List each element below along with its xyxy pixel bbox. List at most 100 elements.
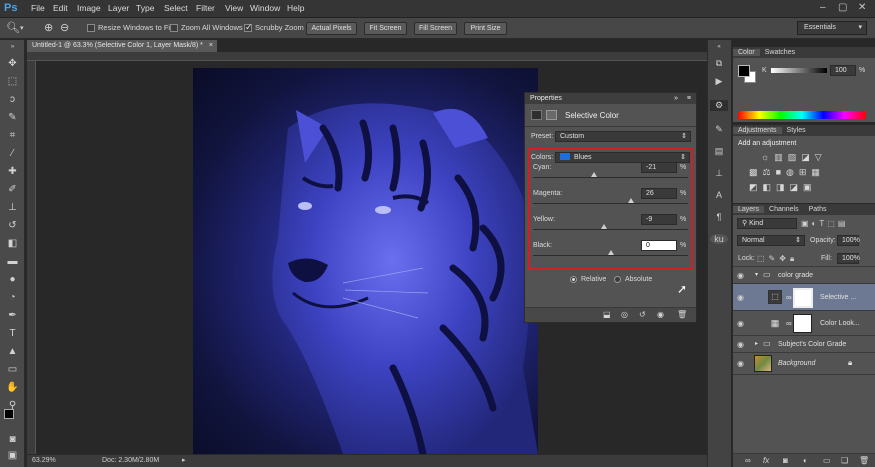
k-value-field[interactable]: 100: [830, 65, 856, 76]
collapse-panel-icon[interactable]: »: [674, 93, 678, 104]
layer-row-color-lookup[interactable]: ◉ ▦ ∞ Color Look...: [733, 311, 875, 336]
mask-icon[interactable]: ◙: [783, 456, 788, 465]
menu-help[interactable]: Help: [287, 3, 304, 13]
relative-radio[interactable]: [570, 276, 577, 283]
eyedropper-tool-icon[interactable]: ⁄: [5, 148, 20, 159]
chevron-right-icon[interactable]: ▸: [182, 456, 186, 464]
slider-value-field[interactable]: -9: [641, 214, 677, 225]
quick-selection-icon[interactable]: ✎: [5, 112, 20, 123]
history-panel-icon[interactable]: ⧉: [710, 58, 728, 69]
tiger-image[interactable]: [193, 68, 538, 454]
zoom-level[interactable]: 63.29%: [32, 457, 56, 464]
eye-icon[interactable]: ◉: [737, 359, 744, 368]
layer-row-selective-color[interactable]: ◉ ⬚ ∞ Selective ...: [733, 284, 875, 311]
adjustment-type-icon[interactable]: [531, 110, 542, 120]
type-tool-icon[interactable]: T: [5, 328, 20, 339]
marquee-tool-icon[interactable]: ⬚: [5, 76, 20, 87]
zoom-tool-icon[interactable]: 🔍︎: [6, 21, 20, 34]
pen-tool-icon[interactable]: ✒: [5, 310, 20, 321]
close-icon[interactable]: ✕: [858, 2, 866, 13]
eye-icon[interactable]: ◉: [737, 271, 744, 280]
tab-layers[interactable]: Layers: [733, 206, 765, 213]
document-tab[interactable]: Untitled-1 @ 63.3% (Selective Color 1, L…: [27, 40, 217, 52]
reset-icon[interactable]: ↺: [639, 310, 646, 319]
preset-select[interactable]: Custom ⇕: [555, 131, 691, 142]
print-size-button[interactable]: Print Size: [464, 22, 507, 35]
panel-menu-icon[interactable]: ≡: [687, 93, 691, 104]
workspace-select[interactable]: Essentials ▾: [797, 21, 867, 35]
layer-row-color-grade[interactable]: ◉ ▾ ▭ color grade: [733, 267, 875, 284]
trash-icon[interactable]: 🗑︎: [859, 456, 869, 465]
slider-track[interactable]: [533, 255, 688, 256]
shape-tool-icon[interactable]: ▭: [5, 364, 20, 375]
clone-stamp-icon[interactable]: ⊥: [5, 202, 20, 213]
fill-screen-button[interactable]: Fill Screen: [414, 22, 457, 35]
fill-field[interactable]: 100%: [837, 253, 860, 264]
scrubby-zoom-checkbox[interactable]: [244, 22, 253, 33]
menu-window[interactable]: Window: [250, 3, 280, 13]
screen-mode-icon[interactable]: ▣: [5, 450, 20, 461]
slider-thumb[interactable]: [591, 172, 598, 177]
healing-brush-icon[interactable]: ✚: [5, 166, 20, 177]
menu-select[interactable]: Select: [164, 3, 188, 13]
slider-value-field[interactable]: -21: [641, 162, 677, 173]
clip-to-layer-icon[interactable]: ⬓: [603, 310, 611, 319]
background-thumbnail[interactable]: [754, 355, 772, 372]
menu-type[interactable]: Type: [136, 3, 154, 13]
slider-track[interactable]: [533, 203, 688, 204]
blend-mode-select[interactable]: Normal ⇕: [737, 235, 805, 246]
close-tab-icon[interactable]: ×: [209, 40, 213, 52]
eye-icon[interactable]: ◉: [737, 319, 744, 328]
folder-icon[interactable]: ▭: [823, 456, 831, 465]
brush-tool-icon[interactable]: ✐: [5, 184, 20, 195]
slider-value-field[interactable]: 0: [641, 240, 677, 251]
quick-mask-icon[interactable]: ◙: [5, 434, 20, 445]
blur-tool-icon[interactable]: ●: [5, 274, 20, 285]
clone-source-icon[interactable]: ⊥: [710, 168, 728, 179]
brush-panel-icon[interactable]: ✎: [710, 124, 728, 135]
menu-filter[interactable]: Filter: [196, 3, 215, 13]
adjustment-icon[interactable]: ◐: [803, 456, 808, 465]
menu-file[interactable]: File: [31, 3, 45, 13]
expand-dock-icon[interactable]: «: [710, 44, 728, 50]
layer-filter-select[interactable]: ⚲ Kind: [737, 218, 797, 229]
chevron-right-icon[interactable]: ▸: [755, 340, 758, 347]
tab-channels[interactable]: Channels: [764, 206, 804, 213]
kuler-icon[interactable]: ku: [710, 234, 728, 244]
eye-icon[interactable]: ◉: [737, 293, 744, 302]
fit-screen-button[interactable]: Fit Screen: [364, 22, 407, 35]
tab-swatches[interactable]: Swatches: [760, 49, 800, 56]
menu-image[interactable]: Image: [77, 3, 101, 13]
absolute-radio[interactable]: [614, 276, 621, 283]
trash-icon[interactable]: 🗑︎: [677, 310, 687, 319]
foreground-color-swatch[interactable]: [4, 409, 14, 419]
zoom-out-icon[interactable]: ⊖: [60, 21, 69, 34]
brush-presets-icon[interactable]: ▤: [710, 146, 728, 157]
visibility-icon[interactable]: ◉: [657, 310, 664, 319]
slider-thumb[interactable]: [600, 224, 607, 229]
zoom-in-icon[interactable]: ⊕: [44, 21, 53, 34]
collapse-toolbox-icon[interactable]: »: [5, 44, 20, 50]
layer-mask-thumbnail[interactable]: [793, 288, 813, 308]
character-panel-icon[interactable]: A: [710, 190, 728, 200]
adjustment-icons-row-3[interactable]: ◩◧◨◪▣: [749, 182, 817, 193]
tab-color[interactable]: Color: [733, 49, 760, 56]
gradient-tool-icon[interactable]: ▬: [5, 256, 20, 267]
maximize-icon[interactable]: ▢: [838, 2, 847, 13]
layer-row-background[interactable]: ◉ Background 🔒︎: [733, 353, 875, 375]
layer-mask-thumbnail[interactable]: [793, 314, 812, 333]
opacity-field[interactable]: 100%: [837, 235, 860, 246]
resize-windows-checkbox[interactable]: [87, 24, 95, 32]
fx-icon[interactable]: fx: [763, 456, 769, 465]
lasso-tool-icon[interactable]: ↄ: [5, 94, 20, 105]
adjustment-icons-row-2[interactable]: ▩⚖■◍⊞▦: [749, 167, 825, 178]
actions-panel-icon[interactable]: ▶: [710, 76, 728, 87]
hand-tool-icon[interactable]: ✋: [5, 382, 20, 393]
dodge-tool-icon[interactable]: ◔: [5, 292, 20, 303]
slider-thumb[interactable]: [607, 250, 614, 255]
menu-edit[interactable]: Edit: [53, 3, 68, 13]
layer-row-subject-color-grade[interactable]: ◉ ▸ ▭ Subject's Color Grade: [733, 336, 875, 353]
slider-track[interactable]: [533, 177, 688, 178]
eraser-tool-icon[interactable]: ◧: [5, 238, 20, 249]
layer-filter-icons[interactable]: ▣◐T⬚▤: [801, 219, 848, 228]
